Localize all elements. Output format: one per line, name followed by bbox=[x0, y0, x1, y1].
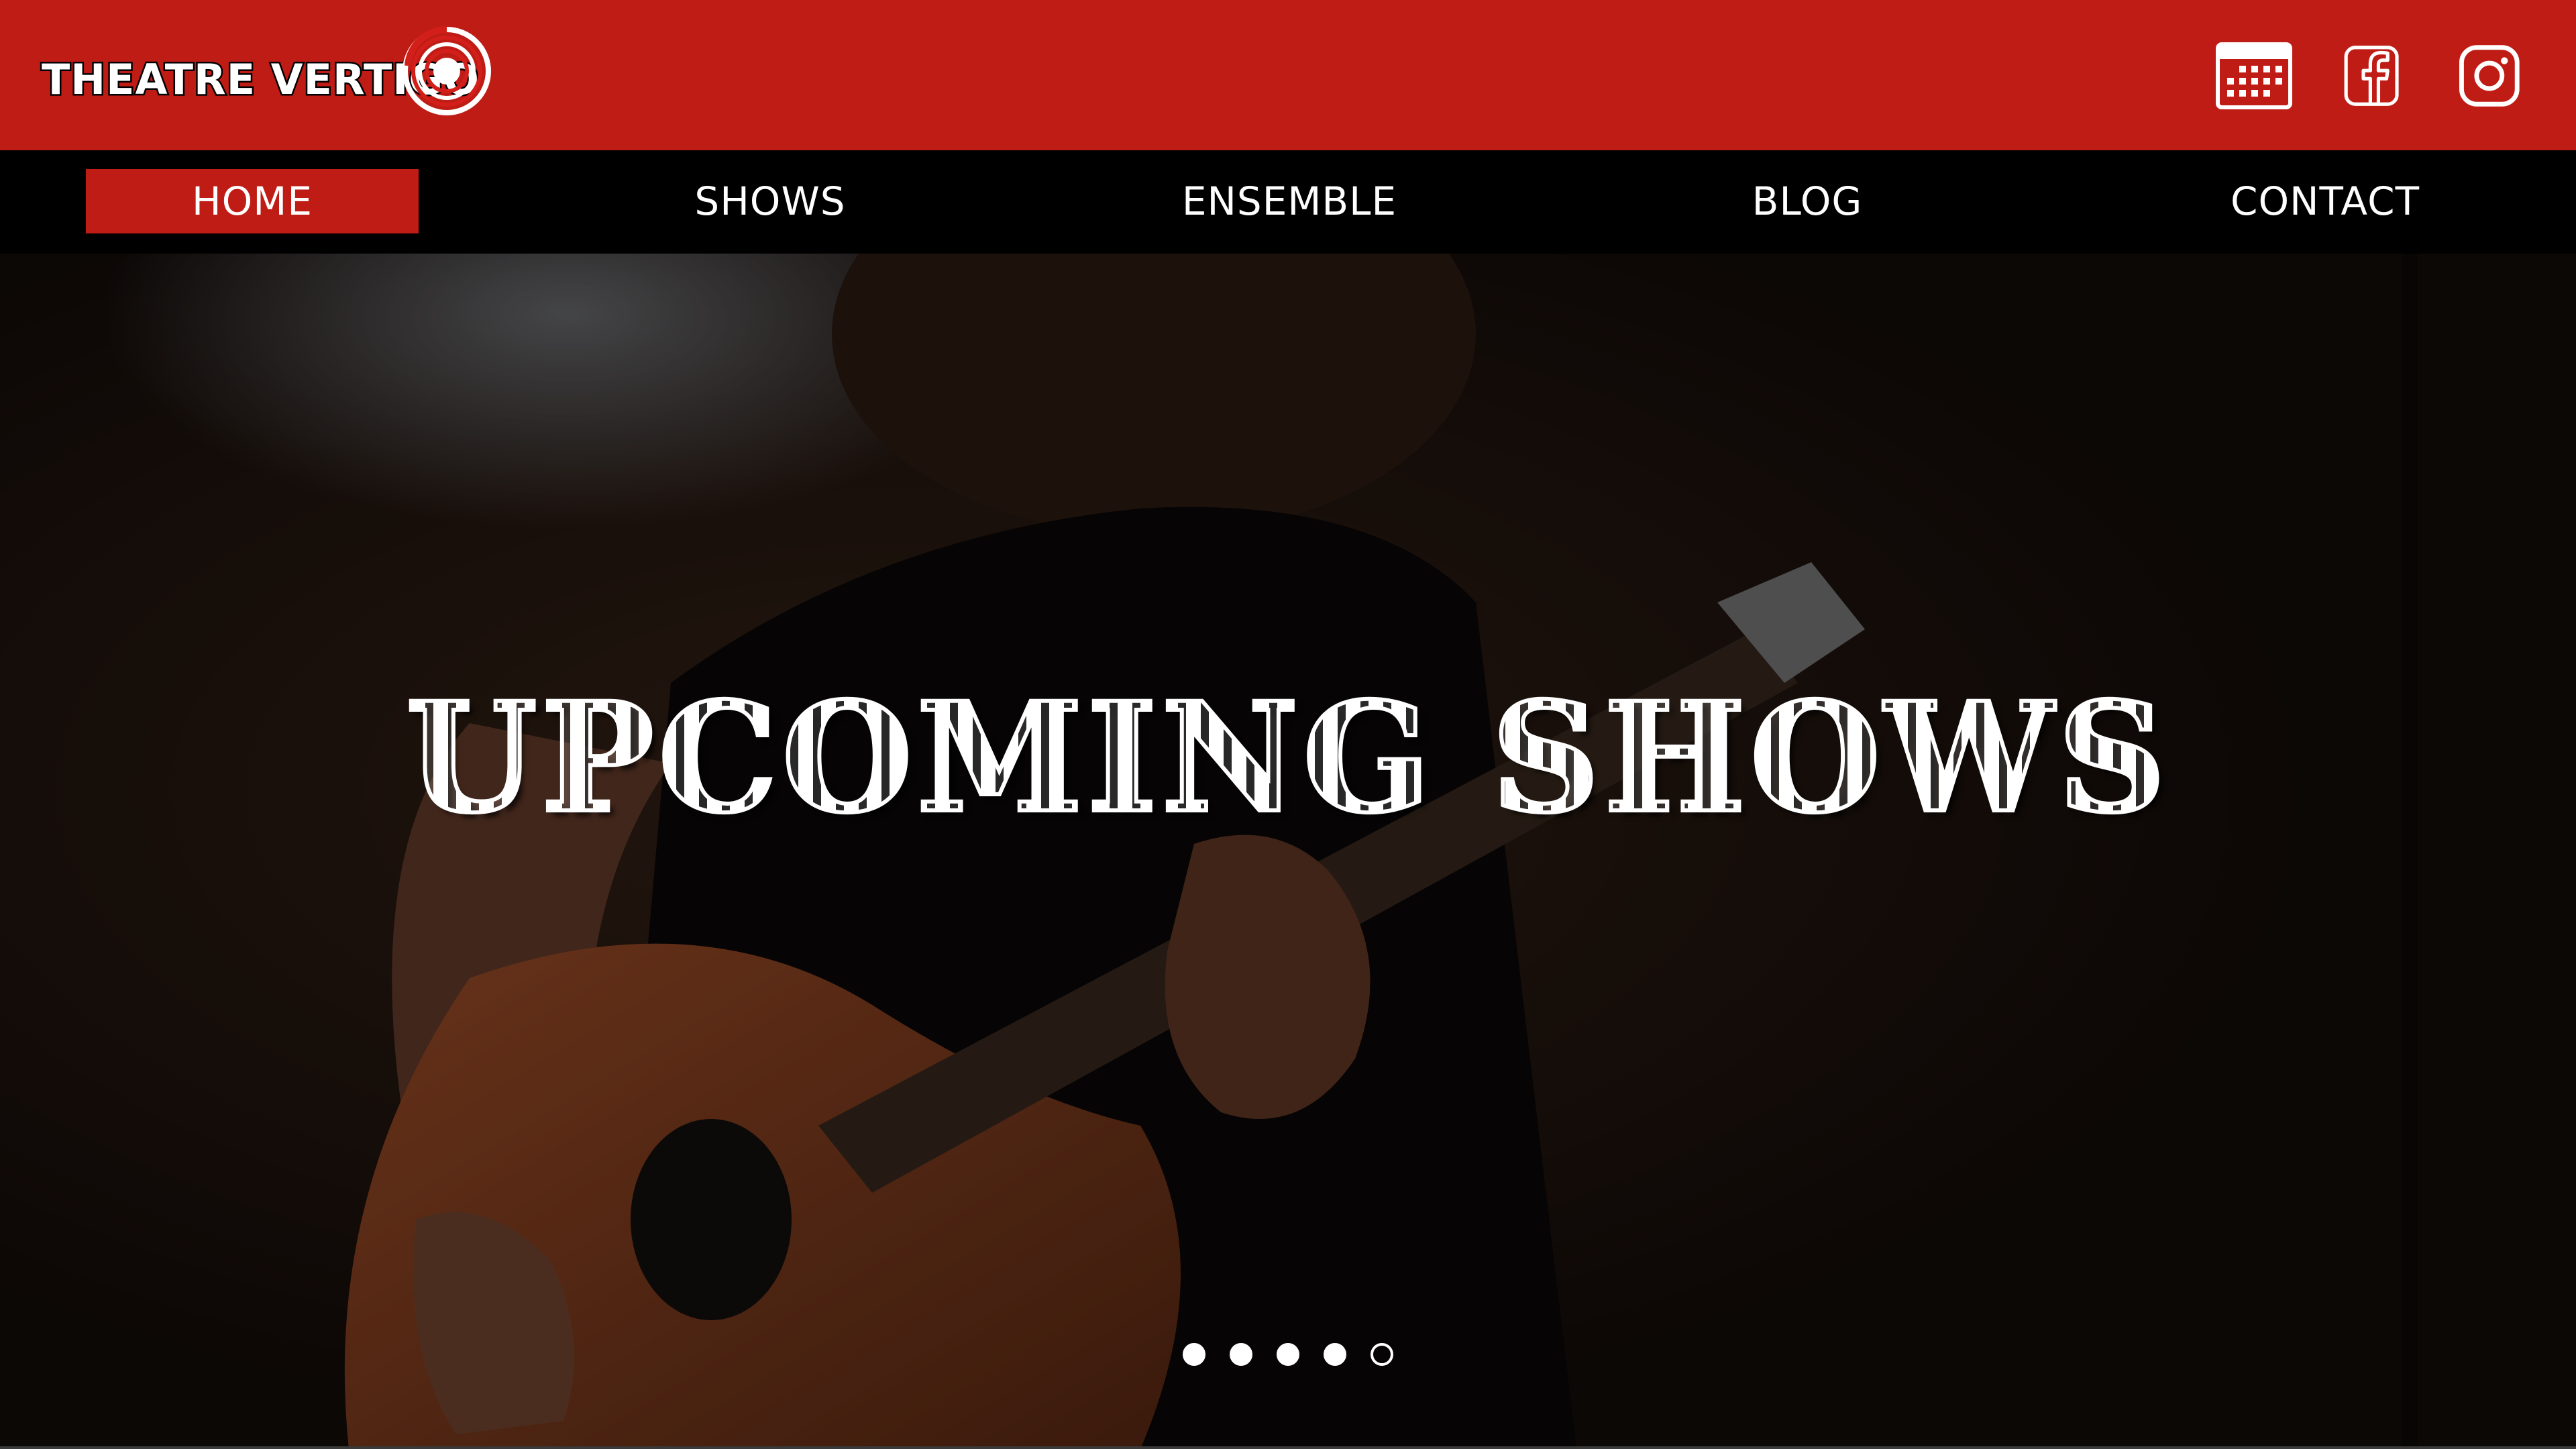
slide-dot-4[interactable] bbox=[1324, 1343, 1346, 1366]
nav-ensemble[interactable]: ENSEMBLE bbox=[1123, 169, 1456, 233]
nav-contact[interactable]: CONTACT bbox=[2159, 169, 2491, 233]
site-logo[interactable]: THEATRE VERTIGO bbox=[40, 25, 491, 119]
slide-dot-2[interactable] bbox=[1230, 1343, 1252, 1366]
instagram-icon[interactable] bbox=[2459, 40, 2526, 111]
top-header: THEATRE VERTIGO bbox=[0, 0, 2576, 150]
slide-dot-3[interactable] bbox=[1277, 1343, 1299, 1366]
vertigo-swirl-icon bbox=[402, 25, 491, 115]
calendar-icon[interactable] bbox=[2215, 40, 2293, 111]
nav-shows[interactable]: SHOWS bbox=[604, 169, 936, 233]
divider bbox=[0, 1446, 2576, 1449]
slide-dot-1[interactable] bbox=[1183, 1343, 1205, 1366]
facebook-icon[interactable] bbox=[2343, 40, 2410, 111]
hero-title-outline: UPCOMING SHOWS bbox=[404, 667, 2170, 848]
slide-dot-5[interactable] bbox=[1371, 1343, 1393, 1366]
hero-image-guitarist bbox=[0, 254, 2576, 1449]
hero-slider: UPCOMING SHOWS UPCOMING SHOWS bbox=[0, 254, 2576, 1449]
main-nav: HOME SHOWS ENSEMBLE BLOG CONTACT bbox=[0, 150, 2576, 254]
nav-home[interactable]: HOME bbox=[86, 169, 419, 233]
nav-blog[interactable]: BLOG bbox=[1641, 169, 1974, 233]
slider-pagination bbox=[0, 1343, 2576, 1366]
